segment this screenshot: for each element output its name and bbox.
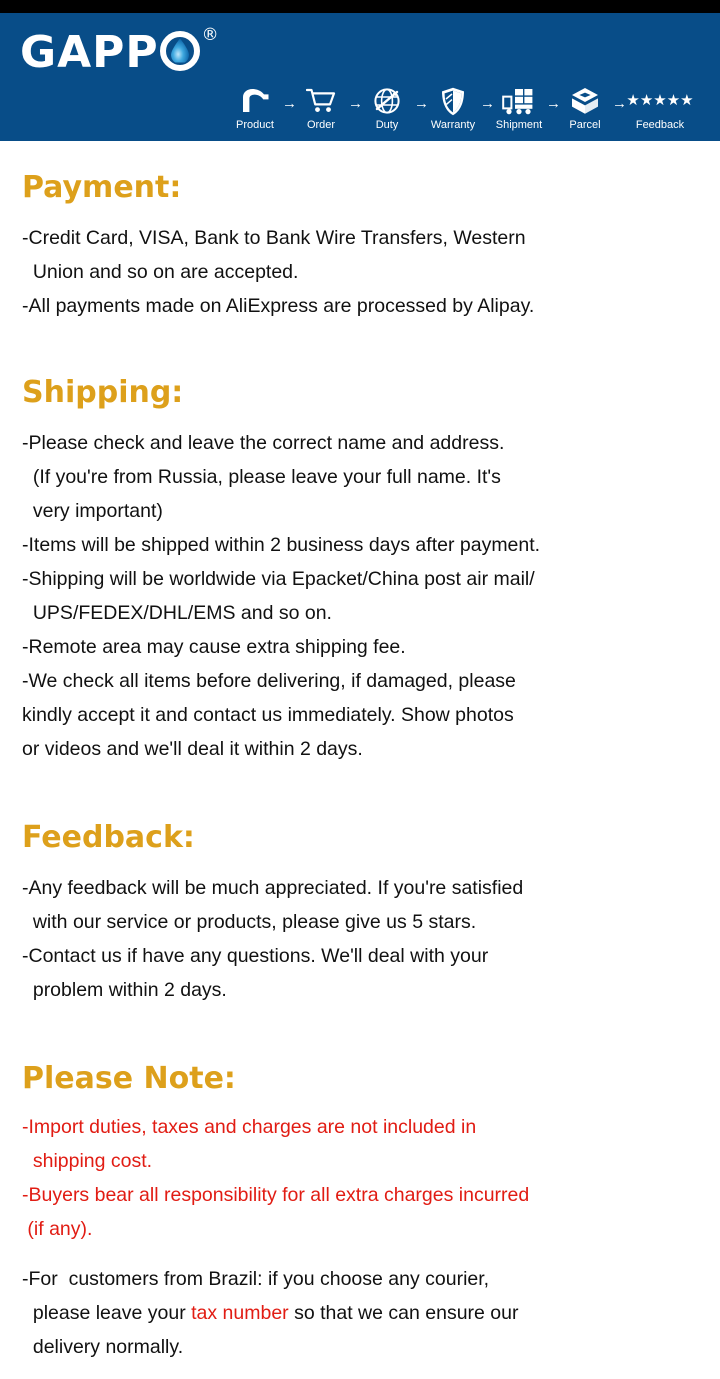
arrow-right-icon: →	[348, 95, 363, 112]
open-box-icon	[569, 85, 601, 117]
arrow-right-icon: →	[546, 95, 561, 112]
process-step-label: Shipment	[495, 119, 543, 131]
brand-logo: GAPP ®	[20, 27, 219, 78]
section-title-feedback: Feedback:	[22, 820, 195, 855]
process-step-feedback: ★★★★★ Feedback	[624, 85, 696, 131]
process-step-duty: Duty	[360, 85, 414, 131]
globe-icon	[373, 85, 401, 117]
section-title-please-note: Please Note:	[22, 1061, 236, 1096]
process-step-label: Warranty	[430, 119, 476, 131]
arrow-right-icon: →	[612, 95, 627, 112]
section-shipping: Shipping: -Please check and leave the co…	[22, 323, 702, 766]
section-body-feedback: -Any feedback will be much appreciated. …	[22, 877, 524, 1001]
process-step-label: Product	[236, 119, 274, 131]
process-step-label: Order	[306, 119, 336, 131]
process-step-shipment: Shipment	[492, 85, 546, 131]
section-feedback: Feedback: -Any feedback will be much app…	[22, 766, 702, 1007]
note-highlight-tax-number: tax number	[191, 1302, 289, 1324]
process-step-parcel: Parcel	[558, 85, 612, 131]
process-step-label: Duty	[375, 119, 399, 131]
process-step-label: Parcel	[569, 119, 601, 131]
section-title-shipping: Shipping:	[22, 375, 184, 410]
five-stars-glyph: ★★★★★	[626, 92, 694, 109]
faucet-icon	[240, 85, 270, 117]
brand-banner: GAPP ® Product → Order → Duty → Warranty…	[0, 13, 720, 141]
arrow-right-icon: →	[480, 95, 495, 112]
process-step-order: Order	[294, 85, 348, 131]
section-body-note-mixed: -For customers from Brazil: if you choos…	[22, 1246, 702, 1364]
policy-content: Payment: -Credit Card, VISA, Bank to Ban…	[0, 141, 720, 1364]
section-title-payment: Payment:	[22, 170, 182, 205]
water-drop-icon	[159, 31, 200, 71]
process-step-warranty: Warranty	[426, 85, 480, 131]
top-black-bar	[0, 0, 720, 13]
arrow-right-icon: →	[282, 95, 297, 112]
section-please-note: Please Note: -Import duties, taxes and c…	[22, 1007, 702, 1364]
section-body-payment: -Credit Card, VISA, Bank to Bank Wire Tr…	[22, 227, 535, 317]
process-step-product: Product	[228, 85, 282, 131]
arrow-right-icon: →	[414, 95, 429, 112]
process-flow: Product → Order → Duty → Warranty → Ship…	[228, 85, 696, 131]
shield-icon	[441, 85, 465, 117]
brand-logo-text: GAPP	[20, 27, 159, 78]
process-step-label: Feedback	[635, 119, 685, 131]
registered-trademark-icon: ®	[201, 25, 219, 45]
five-stars-icon: ★★★★★	[626, 85, 693, 117]
section-body-note-red: -Import duties, taxes and charges are no…	[22, 1116, 530, 1240]
shopping-cart-icon	[306, 85, 336, 117]
section-body-shipping: -Please check and leave the correct name…	[22, 432, 541, 760]
section-payment: Payment: -Credit Card, VISA, Bank to Ban…	[22, 141, 702, 323]
delivery-truck-icon	[502, 85, 536, 117]
